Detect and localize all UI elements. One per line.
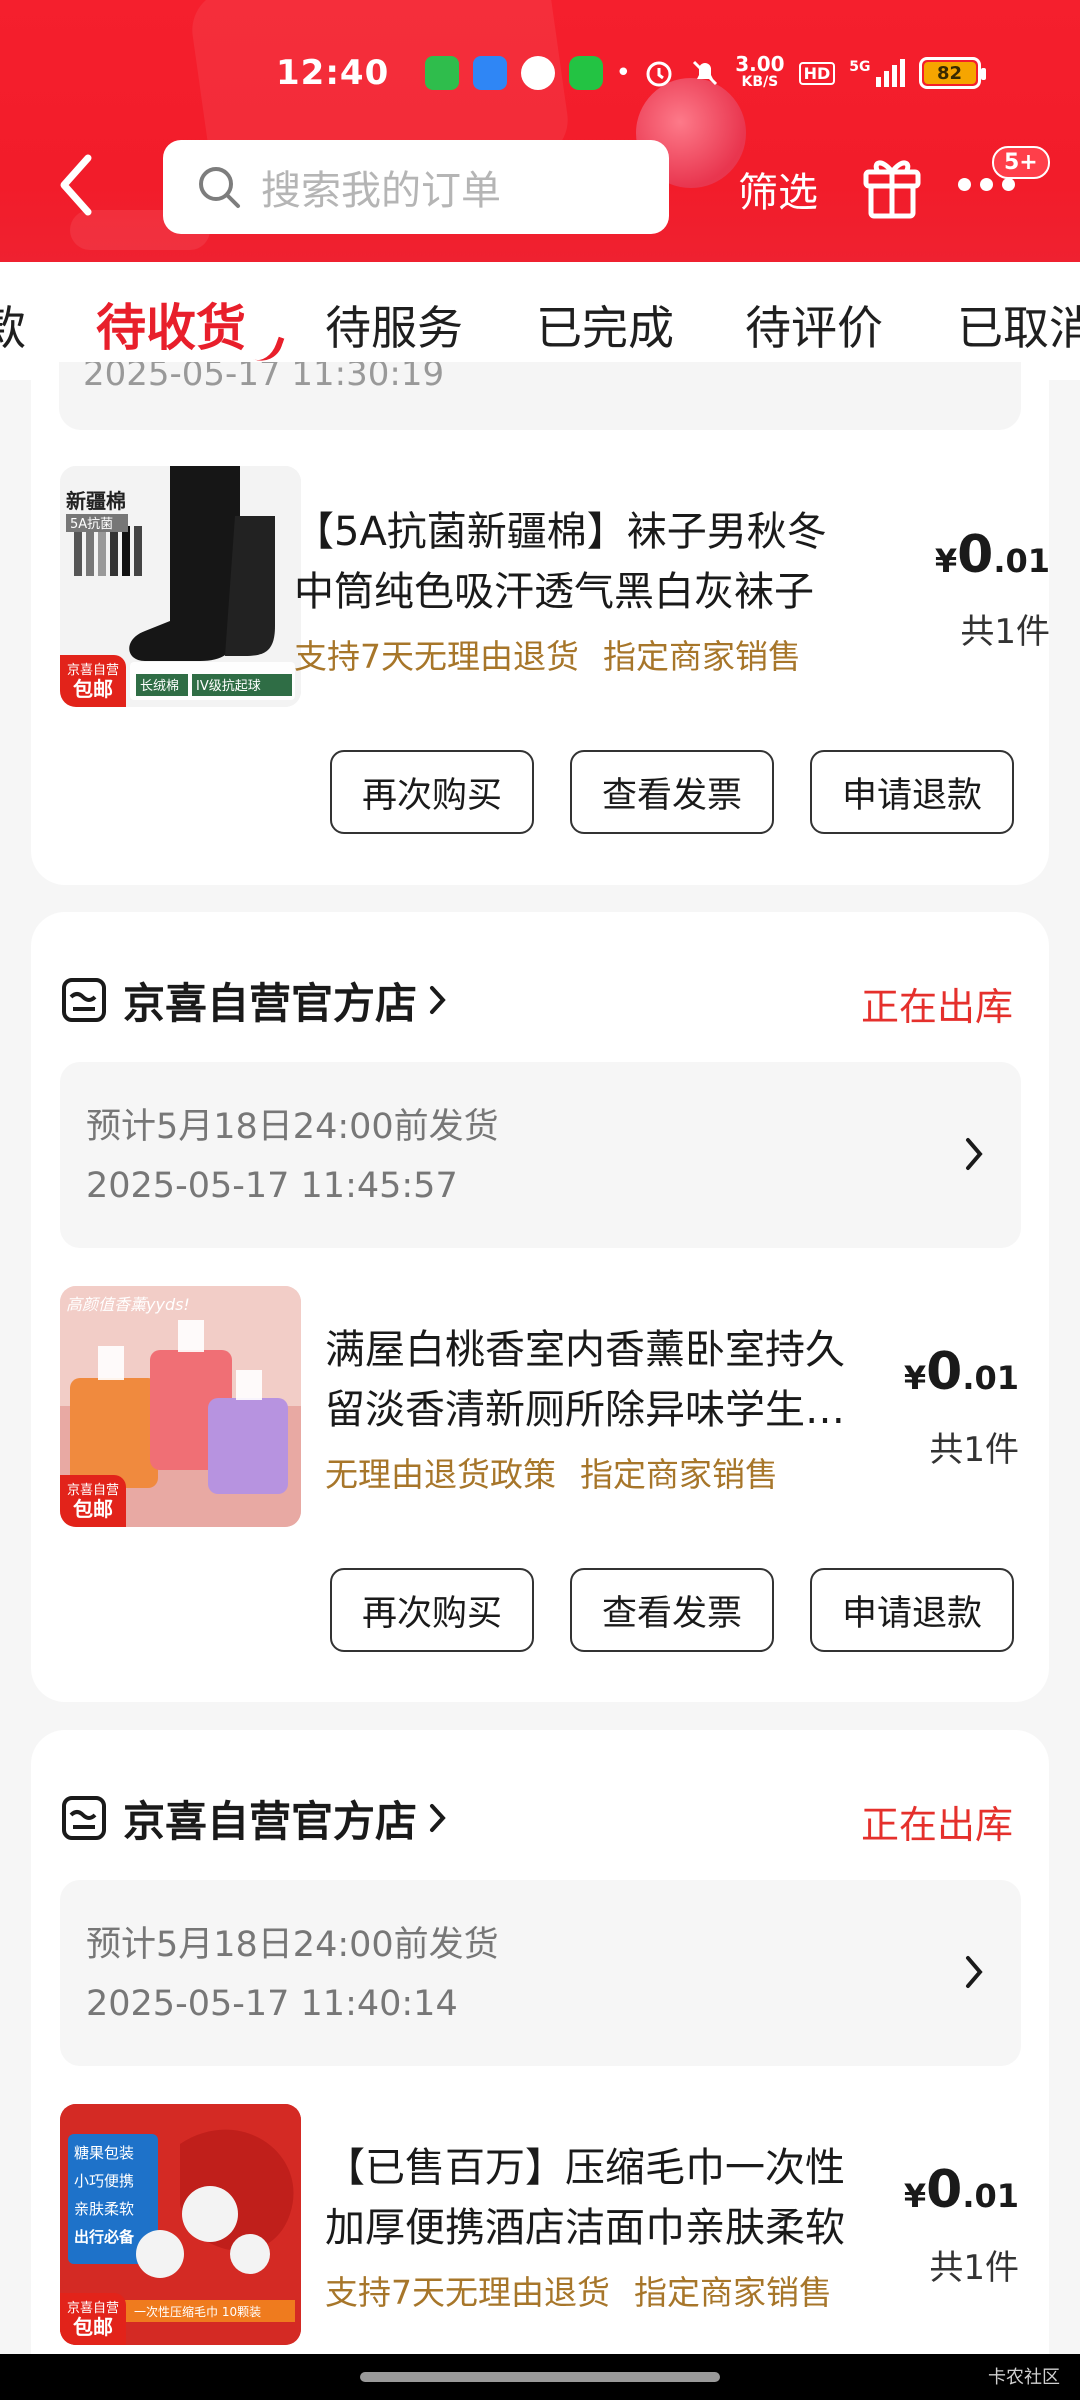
seller-tag: 指定商家销售	[603, 637, 801, 676]
hd-icon: HD	[798, 61, 836, 85]
tab-partial[interactable]: 款	[0, 292, 26, 358]
thumb-b1: 长绒棉	[140, 679, 179, 694]
home-gesture-handle[interactable]	[360, 2372, 720, 2382]
product-tags: 支持7天无理由退货 指定商家销售	[325, 2266, 832, 2314]
order-card: 京喜自营官方店 正在出库 预计5月18日24:00前发货 2025-05-17 …	[31, 912, 1049, 1702]
tab-pending-service[interactable]: 待服务	[325, 292, 463, 358]
header-bar: 12:40 • 3.00 KB/S HD 5G 82 搜索我的订单 筛选 5+	[0, 0, 1080, 262]
thumb-b2: IV级抗起球	[196, 679, 261, 694]
product-image[interactable]: 糖果包装 小巧便携 亲肤柔软 出行必备 一次性压缩毛巾 10颗装 京喜自营 包邮	[60, 2104, 301, 2345]
tab-pending-review[interactable]: 待评价	[745, 292, 883, 358]
product-tags: 无理由退货政策 指定商家销售	[325, 1448, 778, 1496]
search-input[interactable]: 搜索我的订单	[163, 140, 669, 234]
buy-again-button[interactable]: 再次购买	[330, 750, 534, 834]
product-title[interactable]: 满屋白桃香室内香薰卧室持久留淡香清新厕所除异味学生宿舍	[325, 1320, 865, 1440]
dot-icon: •	[615, 58, 631, 88]
tab-cancelled[interactable]: 已取消	[957, 292, 1080, 358]
product-image[interactable]: 新疆棉 5A抗菌 长绒棉 IV级抗起球 京喜自营 包邮	[60, 466, 301, 707]
signal-icon: 5G	[849, 59, 905, 87]
product-price: ¥0.01	[934, 525, 1050, 585]
back-icon[interactable]	[52, 150, 102, 220]
self-operated-tag: 京喜自营 包邮	[60, 2293, 126, 2345]
shop-name: 京喜自营官方店	[123, 1796, 418, 1846]
thumb-sub-text: 5A抗菌	[70, 517, 113, 532]
notification-badge: 5+	[992, 146, 1050, 179]
order-time: 2025-05-17 11:40:14	[86, 1984, 458, 2024]
status-bar: 12:40 • 3.00 KB/S HD 5G 82	[276, 48, 986, 98]
shop-name: 京喜自营官方店	[123, 978, 418, 1028]
net-speed-value: 3.00	[735, 52, 785, 76]
mute-bell-icon	[689, 57, 721, 89]
thumb-top-text: 高颜值香薰yyds!	[66, 1295, 190, 1314]
thumb-l1: 糖果包装	[74, 2144, 134, 2162]
status-time: 12:40	[276, 53, 390, 93]
order-time: 2025-05-17 11:45:57	[86, 1166, 458, 1206]
order-time-partial: 2025-05-17 11:30:19	[83, 362, 445, 394]
net-speed-unit: KB/S	[741, 74, 779, 90]
order-status: 正在出库	[860, 1803, 1013, 1847]
request-refund-button[interactable]: 申请退款	[810, 1568, 1014, 1652]
shop-link[interactable]: 京喜自营官方店	[61, 970, 449, 1030]
seller-tag: 指定商家销售	[580, 1455, 778, 1494]
product-quantity: 共1件	[960, 612, 1050, 652]
product-title[interactable]: 【已售百万】压缩毛巾一次性加厚便携酒店洁面巾亲肤柔软	[325, 2138, 865, 2258]
return-policy-tag: 无理由退货政策	[325, 1455, 556, 1494]
alarm-icon	[643, 57, 675, 89]
return-policy-tag: 支持7天无理由退货	[294, 637, 579, 676]
view-invoice-button[interactable]: 查看发票	[570, 750, 774, 834]
battery-level: 82	[923, 62, 976, 84]
tab-completed[interactable]: 已完成	[536, 292, 674, 358]
game-app-icon	[521, 56, 556, 90]
ship-estimate: 预计5月18日24:00前发货	[86, 1925, 499, 1965]
product-quantity: 共1件	[929, 1430, 1019, 1470]
shipping-info-box[interactable]: 预计5月18日24:00前发货 2025-05-17 11:45:57	[60, 1062, 1021, 1248]
network-speed: 3.00 KB/S	[735, 52, 785, 91]
filter-button[interactable]: 筛选	[738, 160, 818, 218]
self-operated-tag: 京喜自营 包邮	[60, 655, 126, 707]
return-policy-tag: 支持7天无理由退货	[325, 2273, 610, 2312]
seller-tag: 指定商家销售	[634, 2273, 832, 2312]
signal-label: 5G	[849, 59, 871, 75]
view-invoice-button[interactable]: 查看发票	[570, 1568, 774, 1652]
shop-link[interactable]: 京喜自营官方店	[61, 1788, 449, 1848]
chevron-right-icon	[966, 1138, 983, 1170]
chevron-right-icon	[430, 1804, 446, 1832]
product-image[interactable]: 高颜值香薰yyds! 京喜自营 包邮	[60, 1286, 301, 1527]
battery-icon: 82	[918, 57, 986, 89]
shop-icon	[62, 1796, 106, 1840]
request-refund-button[interactable]: 申请退款	[810, 750, 1014, 834]
thumb-l2: 小巧便携	[74, 2172, 134, 2190]
product-tags: 支持7天无理由退货 指定商家销售	[294, 630, 801, 678]
ship-estimate: 预计5月18日24:00前发货	[86, 1107, 499, 1147]
product-quantity: 共1件	[929, 2248, 1019, 2288]
thumb-l4: 出行必备	[74, 2228, 135, 2246]
shop-icon	[62, 978, 106, 1022]
tab-pending-receipt[interactable]: 待收货	[96, 288, 246, 360]
more-menu-button[interactable]	[958, 178, 1015, 191]
search-placeholder: 搜索我的订单	[261, 168, 501, 214]
shipping-info-box[interactable]: 2025-05-17 11:30:19	[59, 362, 1021, 430]
product-price: ¥0.01	[903, 1342, 1019, 1402]
order-status: 正在出库	[860, 985, 1013, 1029]
product-price: ¥0.01	[903, 2160, 1019, 2220]
thumb-l3: 亲肤柔软	[74, 2200, 134, 2218]
chevron-right-icon	[966, 1956, 983, 1988]
product-title[interactable]: 【5A抗菌新疆棉】袜子男秋冬中筒纯色吸汗透气黑白灰袜子	[294, 502, 834, 622]
thumb-brand-text: 新疆棉	[66, 489, 126, 513]
system-nav-bar: 卡农社区	[0, 2354, 1080, 2400]
shipping-info-box[interactable]: 预计5月18日24:00前发货 2025-05-17 11:40:14	[60, 1880, 1021, 2066]
gift-icon[interactable]	[862, 152, 922, 220]
order-card: 京喜自营官方店 正在出库 预计5月18日24:00前发货 2025-05-17 …	[31, 1730, 1049, 2400]
search-icon	[199, 167, 240, 208]
green-app-icon	[569, 56, 604, 90]
buy-again-button[interactable]: 再次购买	[330, 1568, 534, 1652]
thumb-banner: 一次性压缩毛巾 10颗装	[134, 2304, 261, 2319]
self-operated-tag: 京喜自营 包邮	[60, 1475, 126, 1527]
watermark: 卡农社区	[988, 2367, 1060, 2388]
app-notification-icon	[473, 56, 508, 90]
messages-app-icon	[425, 56, 460, 90]
chevron-right-icon	[430, 986, 446, 1014]
